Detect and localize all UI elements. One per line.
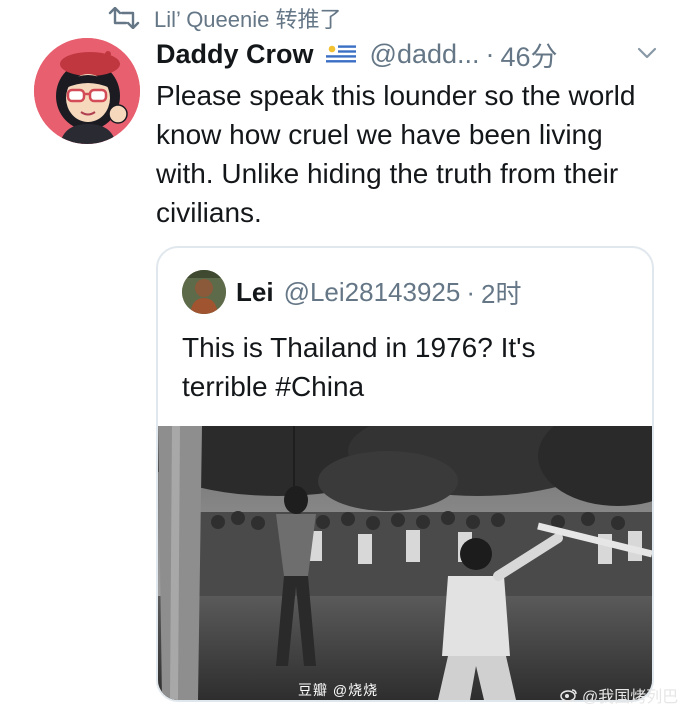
- photo-illustration: [158, 426, 652, 700]
- quoted-avatar[interactable]: [182, 270, 226, 314]
- weibo-watermark-text: @我国烤列巴: [582, 689, 679, 706]
- timestamp[interactable]: 46分: [501, 35, 558, 74]
- retweet-icon: [108, 7, 140, 29]
- tweet-header: Daddy Crow @dadd... · 46分: [156, 34, 558, 74]
- quoted-display-name[interactable]: Lei: [236, 277, 274, 308]
- uruguay-flag-icon: [325, 43, 356, 65]
- chevron-down-icon[interactable]: [636, 42, 658, 64]
- quoted-avatar-image: [182, 270, 226, 314]
- tweet-text: Please speak this lounder so the world k…: [156, 80, 636, 228]
- quoted-tweet-card[interactable]: Lei @Lei28143925 · 2时 This is Thailand i…: [156, 246, 654, 702]
- avatar-illustration: [34, 38, 140, 144]
- quoted-handle[interactable]: @Lei28143925: [284, 277, 461, 308]
- quoted-photo[interactable]: [158, 426, 652, 700]
- weibo-watermark: @我国烤列巴: [560, 683, 678, 707]
- separator-dot: ·: [466, 276, 476, 307]
- handle[interactable]: @dadd...: [370, 39, 480, 70]
- douban-watermark: 豆瓣 @烧烧: [298, 682, 379, 698]
- separator-dot: ·: [485, 38, 495, 69]
- display-name[interactable]: Daddy Crow: [156, 39, 314, 70]
- weibo-icon: [560, 689, 577, 702]
- avatar[interactable]: [34, 38, 140, 144]
- quoted-tweet-text: This is Thailand in 1976? It's terrible …: [182, 332, 536, 402]
- retweet-indicator[interactable]: Lil’ Queenie 转推了: [108, 0, 341, 36]
- retweet-text: Lil’ Queenie 转推了: [154, 7, 342, 32]
- quoted-timestamp[interactable]: 2时: [481, 274, 521, 311]
- quoted-tweet-header: Lei @Lei28143925 · 2时: [236, 272, 522, 312]
